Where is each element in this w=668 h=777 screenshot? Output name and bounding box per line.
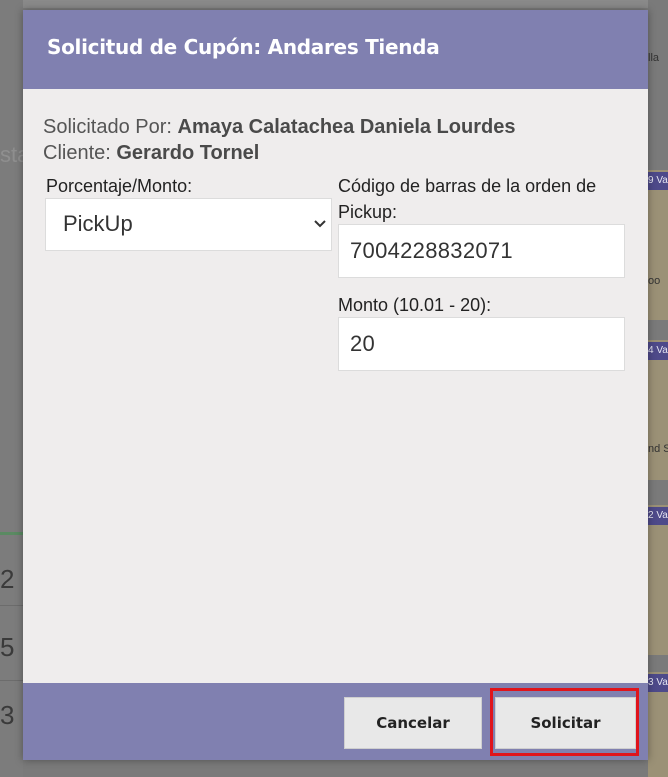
background-tag: 4 Va <box>648 342 668 360</box>
background-text-fragment: nd S <box>648 443 668 455</box>
background-right-panel: lla 9 Va oo 4 Va nd S 2 Va 3 Va <box>648 0 668 777</box>
background-tag: 2 Va <box>648 507 668 525</box>
type-select-value: PickUp <box>63 211 133 236</box>
barcode-input-value: 7004228832071 <box>350 238 513 263</box>
requested-by-line: Solicitado Por: Amaya Calatachea Daniela… <box>43 114 515 140</box>
background-divider <box>0 680 23 681</box>
coupon-request-modal: Solicitud de Cupón: Andares Tienda Solic… <box>23 10 648 760</box>
client-line: Cliente: Gerardo Tornel <box>43 140 515 166</box>
background-top-bar <box>0 0 668 8</box>
background-left-panel: sta 2 5 3 <box>0 0 23 777</box>
type-select[interactable]: PickUp <box>45 198 332 251</box>
client-label: Cliente: <box>43 142 111 164</box>
barcode-input[interactable]: 7004228832071 <box>338 224 625 278</box>
background-product-image <box>648 505 668 655</box>
background-number: 5 <box>0 632 15 662</box>
background-text-fragment: sta <box>0 142 23 167</box>
request-info: Solicitado Por: Amaya Calatachea Daniela… <box>43 114 515 166</box>
background-text-fragment: lla <box>648 52 660 64</box>
chevron-down-icon <box>314 220 326 228</box>
background-divider <box>0 605 23 606</box>
background-number: 3 <box>0 700 15 730</box>
barcode-label-line2: Pickup: <box>338 202 398 222</box>
cancel-button[interactable]: Cancelar <box>344 697 482 749</box>
client-value: Gerardo Tornel <box>116 142 260 164</box>
requested-by-label: Solicitado Por: <box>43 116 172 138</box>
background-tag: 3 Va <box>648 674 668 692</box>
submit-highlight-box <box>490 688 639 756</box>
amount-label: Monto (10.01 - 20): <box>338 295 492 315</box>
background-tag: 9 Va <box>648 172 668 190</box>
background-divider <box>0 532 23 535</box>
type-label: Porcentaje/Monto: <box>46 176 193 196</box>
background-number: 2 <box>0 564 15 594</box>
background-bottom-strip <box>23 760 648 777</box>
modal-footer: Cancelar Solicitar <box>23 683 648 760</box>
modal-title: Solicitud de Cupón: Andares Tienda <box>47 35 440 59</box>
background-text-fragment: oo <box>648 275 661 287</box>
barcode-label: Código de barras de la orden de Pickup: <box>338 173 596 225</box>
modal-header: Solicitud de Cupón: Andares Tienda <box>23 10 648 89</box>
barcode-label-line1: Código de barras de la orden de <box>338 176 597 196</box>
background-product-image <box>648 170 668 320</box>
requested-by-value: Amaya Calatachea Daniela Lourdes <box>177 116 516 138</box>
amount-input[interactable]: 20 <box>338 317 625 371</box>
amount-input-value: 20 <box>350 331 376 356</box>
background-product-image <box>648 340 668 480</box>
